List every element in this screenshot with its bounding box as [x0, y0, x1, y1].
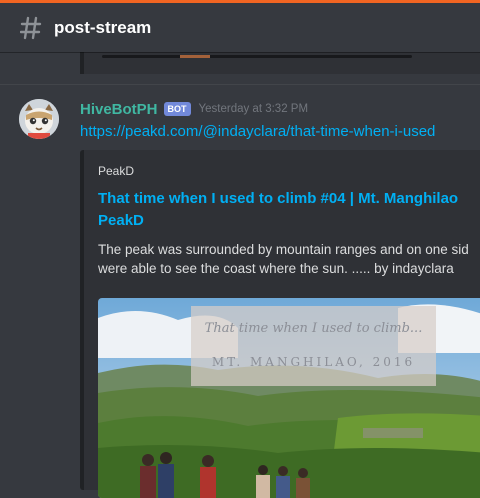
channel-name: post-stream	[54, 17, 152, 37]
embed-provider[interactable]: PeakD	[98, 164, 134, 178]
previous-image-strip	[102, 55, 412, 58]
channel-header: post-stream	[0, 3, 480, 52]
image-caption-script: That time when I used to climb...	[204, 321, 423, 336]
message-divider	[0, 84, 480, 85]
embed-description-line-2: were able to see the coast where the sun…	[98, 261, 454, 276]
image-caption-overlay: That time when I used to climb... MT. MA…	[191, 306, 436, 386]
bot-avatar[interactable]	[19, 99, 59, 139]
previous-embed	[80, 52, 480, 74]
hash-icon	[20, 14, 42, 42]
embed-title[interactable]: That time when I used to climb #04 | Mt.…	[98, 188, 478, 232]
post-link[interactable]: https://peakd.com/@indayclara/that-time-…	[80, 123, 435, 140]
embed-title-line-2[interactable]: PeakD	[98, 210, 478, 232]
link-embed: PeakD That time when I used to climb #04…	[80, 150, 480, 498]
embed-title-line-1[interactable]: That time when I used to climb #04 | Mt.…	[98, 190, 458, 207]
message-timestamp: Yesterday at 3:32 PM	[198, 103, 309, 115]
embed-description: The peak was surrounded by mountain rang…	[98, 240, 478, 278]
bot-tag-badge: BOT	[163, 102, 191, 116]
embed-description-line-1: The peak was surrounded by mountain rang…	[98, 242, 469, 257]
author-username[interactable]: HiveBotPH	[80, 101, 158, 118]
embed-image[interactable]: That time when I used to climb... MT. MA…	[98, 298, 480, 498]
message-header: HiveBotPH BOT Yesterday at 3:32 PM	[80, 100, 308, 118]
image-caption-place: MT. MANGHILAO, 2016	[211, 355, 416, 369]
